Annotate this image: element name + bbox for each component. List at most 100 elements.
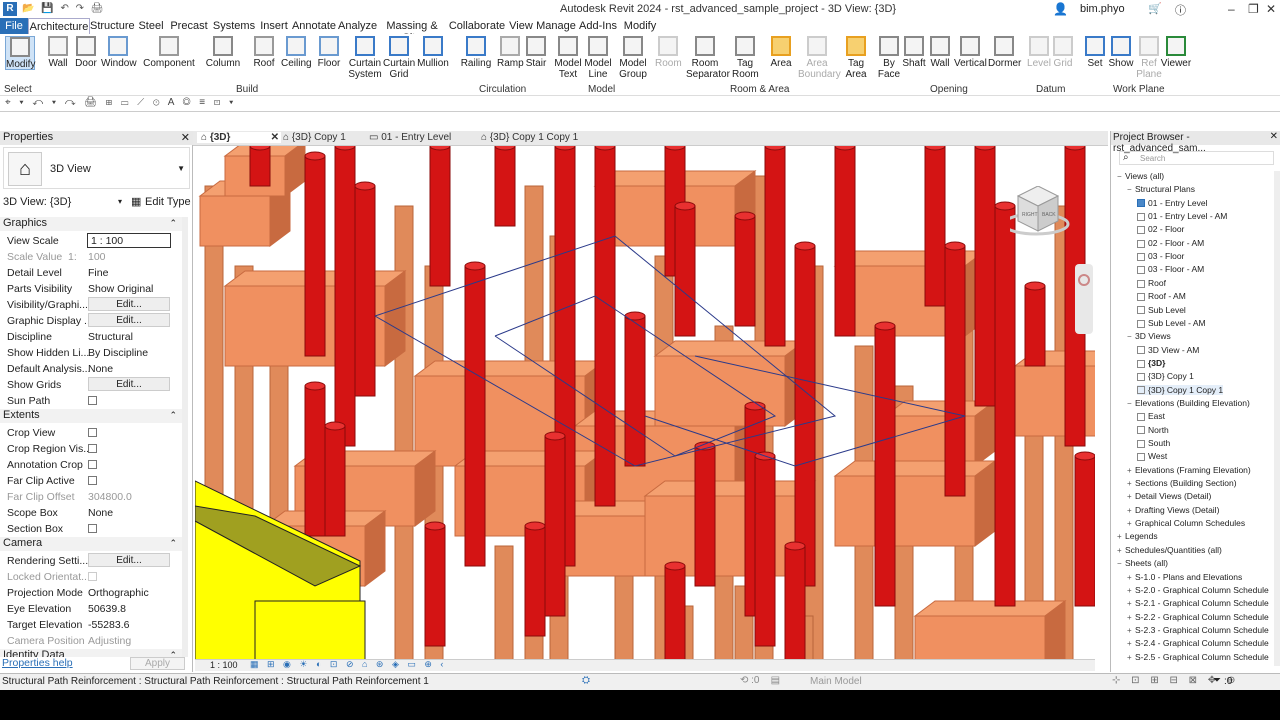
ribbon-button-component[interactable]: Component <box>143 36 195 69</box>
tab-analyze[interactable]: Analyze <box>338 18 377 34</box>
section-extents[interactable]: Extents ⌃ <box>0 409 185 423</box>
search-input[interactable]: ⌕ Search <box>1119 151 1274 165</box>
tab-manage[interactable]: Manage <box>536 18 576 34</box>
browser-item[interactable]: + Schedules/Quantities (all) <box>1117 545 1222 555</box>
panel-circulation[interactable]: Circulation <box>479 84 526 95</box>
browser-item[interactable]: 02 - Floor <box>1137 224 1184 234</box>
column[interactable] <box>754 455 776 647</box>
collapse-icon[interactable]: − <box>1127 185 1135 194</box>
edit-button[interactable]: Edit... <box>88 313 170 327</box>
ribbon-button-ceiling[interactable]: Ceiling <box>281 36 312 69</box>
tab-systems[interactable]: Systems <box>210 18 258 34</box>
browser-item[interactable]: + Graphical Column Schedules <box>1127 518 1245 528</box>
column[interactable] <box>249 146 271 187</box>
checkbox[interactable] <box>88 428 97 437</box>
view-tab-3d[interactable]: ⌂ {3D} ✕ <box>197 132 281 143</box>
cart-icon[interactable]: 🛒 <box>1148 2 1162 15</box>
browser-item[interactable]: {3D} <box>1137 358 1165 368</box>
column-top[interactable] <box>674 201 696 211</box>
pile-cap[interactable] <box>199 195 271 247</box>
property-value[interactable]: By Discipline <box>88 347 148 359</box>
ribbon-button-room-separator[interactable]: Room Separator <box>686 36 730 80</box>
ribbon-button-model-line[interactable]: Model Line <box>584 36 612 80</box>
column[interactable] <box>834 146 856 337</box>
browser-item[interactable]: + S-2.0 - Graphical Column Schedule <box>1127 585 1269 595</box>
ribbon-button-ref-plane[interactable]: Ref Plane <box>1135 36 1163 80</box>
tab-add-ins[interactable]: Add-Ins <box>576 18 620 34</box>
user-name[interactable]: bim.phyo <box>1080 3 1125 15</box>
browser-item[interactable]: Sub Level - AM <box>1137 318 1206 328</box>
expand-icon[interactable]: + <box>1127 506 1135 515</box>
close-icon[interactable]: ✕ <box>271 132 279 143</box>
column[interactable] <box>324 425 346 537</box>
column-top[interactable] <box>1074 451 1095 461</box>
ribbon-button-tag-area[interactable]: Tag Area <box>843 36 869 80</box>
pile-cap[interactable] <box>914 615 1046 660</box>
column-top[interactable] <box>784 541 806 551</box>
checkbox[interactable] <box>88 396 97 405</box>
expand-icon[interactable]: + <box>1127 639 1135 648</box>
property-value[interactable]: -55283.6 <box>88 619 129 631</box>
column[interactable] <box>944 245 966 497</box>
ribbon-button-wall[interactable]: Wall <box>928 36 952 69</box>
ribbon-button-ramp[interactable]: Ramp <box>497 36 524 69</box>
tab-file[interactable]: File <box>0 18 28 34</box>
collapse-icon[interactable]: − <box>1117 559 1125 568</box>
browser-item[interactable]: Roof - AM <box>1137 291 1186 301</box>
view-cube[interactable]: RIGHT BACK <box>1002 185 1070 236</box>
editing-icons[interactable]: ⟲ :0 ▤ <box>740 675 780 686</box>
column[interactable] <box>694 445 716 587</box>
expand-icon[interactable]: + <box>1127 586 1135 595</box>
expand-icon[interactable]: + <box>1127 492 1135 501</box>
browser-item[interactable]: Roof <box>1137 278 1166 288</box>
minimize-button[interactable]: – <box>1228 2 1235 16</box>
panel-opening[interactable]: Opening <box>930 84 968 95</box>
ribbon-button-model-text[interactable]: Model Text <box>553 36 583 80</box>
ribbon-button-vertical[interactable]: Vertical <box>954 36 987 69</box>
property-value[interactable]: None <box>88 363 113 375</box>
column[interactable] <box>354 185 376 397</box>
selected-wall-face[interactable] <box>254 600 366 660</box>
workset-icon[interactable]: ⛭ <box>582 675 590 686</box>
tab-steel[interactable]: Steel <box>134 18 168 34</box>
pile[interactable] <box>614 575 634 660</box>
ribbon-button-curtain-grid[interactable]: Curtain Grid <box>383 36 415 80</box>
ribbon-button-floor[interactable]: Floor <box>316 36 342 69</box>
user-icon[interactable]: 👤 <box>1053 2 1068 16</box>
pile-cap-top[interactable] <box>413 360 607 377</box>
column[interactable] <box>1024 285 1046 367</box>
browser-item[interactable]: + S-1.0 - Plans and Elevations <box>1127 572 1242 582</box>
column[interactable] <box>664 565 686 660</box>
chevron-down-icon[interactable]: ▼ <box>177 164 185 173</box>
browser-item[interactable]: −3D Views <box>1127 331 1171 341</box>
view-control-icons[interactable]: ▦ ⊞ ◉ ☀ ◐ ⊡ ⊘ ⌂ ⊛ ◈ ▭ ⊕ ‹ <box>250 659 446 670</box>
browser-item[interactable]: 02 - Floor - AM <box>1137 238 1204 248</box>
browser-item[interactable]: {3D} Copy 1 <box>1137 371 1194 381</box>
view-scale[interactable]: 1 : 100 <box>210 660 238 670</box>
pile-cap-top[interactable] <box>913 600 1067 617</box>
expand-icon[interactable]: + <box>1127 479 1135 488</box>
column-top[interactable] <box>624 311 646 321</box>
edit-button[interactable]: Edit... <box>88 297 170 311</box>
tab-structure[interactable]: Structure <box>90 18 135 34</box>
browser-item[interactable]: + S-2.1 - Graphical Column Schedule <box>1127 598 1269 608</box>
browser-item[interactable]: − Structural Plans <box>1127 184 1195 194</box>
column-top[interactable] <box>544 431 566 441</box>
column-top[interactable] <box>524 521 546 531</box>
column-top[interactable] <box>874 321 896 331</box>
pile-cap-top[interactable] <box>643 480 817 497</box>
filter-icon[interactable]: ⏷ <box>1213 675 1221 686</box>
browser-item[interactable]: North <box>1137 425 1169 435</box>
browser-item[interactable]: + S-2.2 - Graphical Column Schedule <box>1127 612 1269 622</box>
collapse-icon[interactable]: − <box>1127 399 1135 408</box>
tab-annotate[interactable]: Annotate <box>290 18 338 34</box>
properties-help-link[interactable]: Properties help <box>2 657 73 669</box>
browser-item[interactable]: − Sheets (all) <box>1117 558 1168 568</box>
revit-logo-icon[interactable]: R <box>3 2 17 16</box>
ribbon-button-roof[interactable]: Roof <box>251 36 277 69</box>
help-icon[interactable]: ⓘ <box>1175 2 1186 18</box>
section-identity[interactable]: Identity Data ⌃ <box>0 649 185 657</box>
tab-collaborate[interactable]: Collaborate <box>448 18 506 34</box>
column-top[interactable] <box>424 521 446 531</box>
ribbon-button-model-group[interactable]: Model Group <box>617 36 649 80</box>
